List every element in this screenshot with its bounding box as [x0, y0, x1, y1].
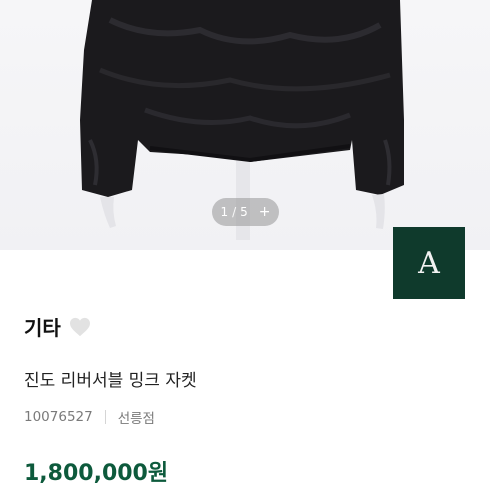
product-price: 1,800,000원 [24, 461, 169, 486]
image-counter-total: 5 [240, 205, 248, 219]
brand-logo[interactable]: A [393, 227, 465, 299]
store-name: 선릉점 [117, 411, 155, 427]
image-counter-separator: / [232, 205, 237, 219]
product-image-carousel[interactable]: 1 / 5 + [0, 0, 490, 250]
plus-icon[interactable]: + [259, 205, 271, 219]
product-name: 진도 리버서블 밍크 자켓 [24, 371, 197, 391]
heart-icon[interactable] [69, 317, 91, 337]
brand-row: 기타 [24, 312, 91, 341]
product-meta: 10076527 선릉점 [24, 407, 155, 427]
image-counter[interactable]: 1 / 5 + [212, 198, 279, 226]
product-code: 10076527 [24, 409, 93, 425]
brand-logo-letter: A [418, 245, 440, 281]
meta-divider [104, 410, 106, 424]
image-counter-current: 1 [220, 205, 229, 219]
brand-name[interactable]: 기타 [24, 312, 61, 341]
